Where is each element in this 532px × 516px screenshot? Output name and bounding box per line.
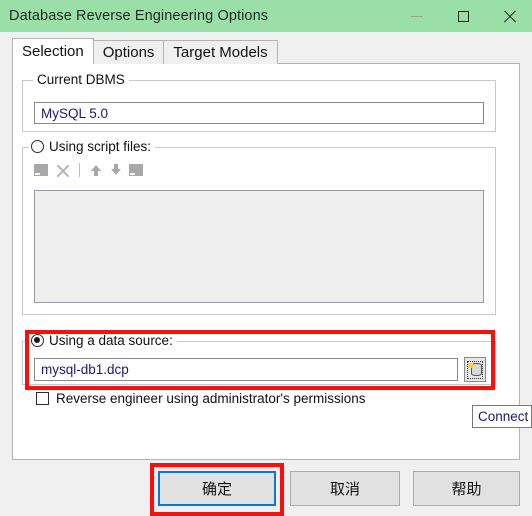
ok-button[interactable]: 确定	[158, 471, 276, 506]
maximize-icon	[457, 10, 469, 22]
window-title: Database Reverse Engineering Options	[9, 8, 269, 24]
tab-target-models-label: Target Models	[173, 44, 268, 61]
tab-options-label: Options	[102, 44, 155, 61]
cancel-button[interactable]: 取消	[290, 471, 400, 506]
script-files-group-title: Using script files:	[29, 139, 156, 154]
delete-icon[interactable]	[56, 164, 70, 178]
edit-file-icon[interactable]	[129, 162, 145, 178]
move-down-icon[interactable]	[109, 163, 123, 177]
help-button-label: 帮助	[451, 481, 482, 498]
move-up-icon[interactable]	[89, 163, 103, 177]
admin-permissions-label: Reverse engineer using administrator's p…	[56, 391, 366, 406]
minimize-icon	[411, 15, 423, 17]
script-files-label: Using script files:	[49, 139, 152, 154]
connect-tooltip: Connect	[472, 405, 532, 428]
help-button[interactable]: 帮助	[413, 471, 520, 506]
data-source-browse-button[interactable]	[464, 357, 486, 382]
script-files-list[interactable]	[34, 190, 484, 303]
tab-selection[interactable]: Selection	[12, 38, 94, 64]
close-button[interactable]	[486, 0, 532, 32]
radio-using-script-files[interactable]	[31, 140, 44, 153]
data-source-field[interactable]: mysql-db1.dcp	[34, 358, 458, 381]
connect-tooltip-text: Connect	[478, 409, 529, 424]
toolbar-separator	[79, 163, 80, 177]
tab-options[interactable]: Options	[92, 40, 165, 64]
ok-button-label: 确定	[201, 481, 232, 498]
data-source-value: mysql-db1.dcp	[41, 362, 129, 377]
maximize-button[interactable]	[440, 0, 486, 32]
current-dbms-field[interactable]: MySQL 5.0	[34, 102, 484, 124]
database-browse-icon	[467, 360, 483, 379]
current-dbms-value: MySQL 5.0	[41, 105, 109, 121]
title-bar: Database Reverse Engineering Options	[0, 0, 532, 32]
script-files-toolbar	[34, 162, 145, 178]
radio-using-data-source[interactable]	[31, 334, 44, 347]
current-dbms-group-title: Current DBMS	[33, 72, 129, 87]
tab-strip: Selection Options Target Models	[12, 38, 278, 64]
add-file-icon[interactable]	[34, 162, 50, 178]
tab-selection-label: Selection	[22, 43, 84, 60]
data-source-group-title: Using a data source:	[29, 333, 177, 348]
data-source-label: Using a data source:	[49, 333, 173, 348]
close-icon	[503, 10, 516, 23]
tab-target-models[interactable]: Target Models	[163, 40, 278, 64]
admin-permissions-checkbox[interactable]	[36, 392, 49, 405]
window-controls	[394, 0, 532, 32]
admin-permissions-row[interactable]: Reverse engineer using administrator's p…	[36, 391, 365, 406]
dialog-window: Database Reverse Engineering Options Sel…	[0, 0, 532, 516]
minimize-button[interactable]	[394, 0, 440, 32]
sparkle-icon	[468, 362, 473, 368]
cancel-button-label: 取消	[329, 481, 360, 498]
